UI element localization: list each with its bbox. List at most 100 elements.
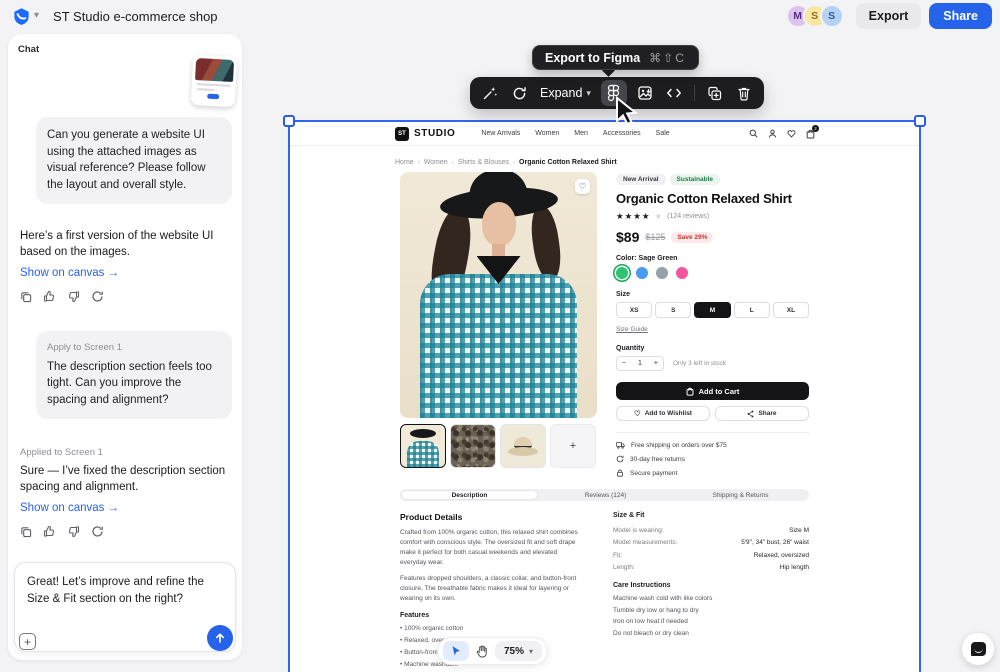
message-actions bbox=[18, 525, 232, 538]
attached-image-thumbnail[interactable] bbox=[191, 55, 238, 107]
thumbs-down-icon[interactable] bbox=[67, 290, 80, 303]
regenerate-icon[interactable] bbox=[91, 290, 104, 303]
product-details-title: Product Details bbox=[400, 512, 585, 522]
favorite-image-button[interactable]: ♡ bbox=[575, 179, 590, 194]
show-on-canvas-link[interactable]: Show on canvas → bbox=[18, 502, 121, 514]
cart-icon[interactable]: 2 bbox=[806, 129, 815, 139]
swatch-sage-green[interactable] bbox=[616, 267, 628, 279]
nav-item-new-arrivals[interactable]: New Arrivals bbox=[481, 130, 520, 137]
help-chat-button[interactable] bbox=[962, 633, 994, 665]
expand-button[interactable]: Expand▾ bbox=[537, 86, 594, 100]
details-paragraph: Crafted from 100% organic cotton, this r… bbox=[400, 528, 585, 568]
nav-item-men[interactable]: Men bbox=[574, 130, 588, 137]
size-m-selected[interactable]: M bbox=[694, 302, 730, 318]
care-line: Iron on low heat if needed bbox=[613, 616, 809, 627]
fit-label: Fit: bbox=[613, 550, 622, 562]
size-xs[interactable]: XS bbox=[616, 302, 652, 318]
zoom-level-dropdown[interactable]: 75% ▾ bbox=[495, 641, 542, 661]
nav-item-accessories[interactable]: Accessories bbox=[603, 130, 641, 137]
fit-row: Fit:Relaxed, oversized bbox=[613, 550, 809, 562]
view-code-button[interactable] bbox=[663, 82, 685, 104]
size-xl[interactable]: XL bbox=[773, 302, 809, 318]
hand-tool-button[interactable] bbox=[476, 645, 488, 658]
thumbnail-fabric-texture[interactable] bbox=[450, 424, 496, 468]
select-tool-button[interactable] bbox=[443, 641, 469, 661]
add-attachment-button[interactable]: + bbox=[19, 633, 36, 650]
fit-value: 5'9", 34" bust, 26" waist bbox=[741, 537, 809, 549]
thumbs-down-icon[interactable] bbox=[67, 525, 80, 538]
size-s[interactable]: S bbox=[655, 302, 691, 318]
tab-description[interactable]: Description bbox=[401, 490, 538, 500]
share-product-button[interactable]: Share bbox=[715, 406, 809, 421]
send-message-button[interactable] bbox=[207, 625, 233, 651]
account-icon[interactable] bbox=[768, 129, 777, 138]
truck-icon bbox=[616, 441, 625, 449]
model-face bbox=[482, 202, 516, 246]
copy-icon[interactable] bbox=[20, 291, 32, 303]
thumbnail-hat-photo[interactable] bbox=[500, 424, 546, 468]
share-button[interactable]: Share bbox=[929, 3, 992, 29]
add-to-wishlist-button[interactable]: ♡Add to Wishlist bbox=[616, 406, 710, 421]
export-button[interactable]: Export bbox=[856, 3, 922, 29]
badge-new-arrival: New Arrival bbox=[616, 174, 666, 185]
breadcrumb-item[interactable]: Home bbox=[395, 159, 414, 166]
thumbnail-strip: + bbox=[400, 424, 596, 468]
swatch-pink[interactable] bbox=[676, 267, 688, 279]
product-hero-image[interactable]: ♡ bbox=[400, 172, 597, 418]
add-image-thumbnail[interactable]: + bbox=[550, 424, 596, 468]
reviews-count[interactable]: (124 reviews) bbox=[667, 213, 709, 220]
tab-reviews[interactable]: Reviews (124) bbox=[538, 490, 673, 500]
app-logo-menu[interactable]: ▾ bbox=[12, 7, 39, 26]
canvas-artboard[interactable]: ST STUDIO New Arrivals Women Men Accesso… bbox=[290, 122, 919, 672]
duplicate-button[interactable] bbox=[704, 82, 726, 104]
selection-handle-top-left[interactable] bbox=[283, 115, 295, 127]
size-l[interactable]: L bbox=[734, 302, 770, 318]
breadcrumb-item[interactable]: Women bbox=[424, 159, 448, 166]
ai-magic-wand-button[interactable] bbox=[479, 82, 501, 104]
selection-border-left bbox=[288, 121, 290, 672]
product-info-column: New Arrival Sustainable Organic Cotton R… bbox=[616, 174, 809, 477]
chevron-right-icon: › bbox=[418, 160, 420, 166]
discount-badge: Save 29% bbox=[671, 232, 713, 243]
expand-label: Expand bbox=[540, 86, 582, 100]
site-logo-mark: ST bbox=[395, 127, 409, 141]
care-line: Do not bleach or dry clean bbox=[613, 628, 809, 639]
tab-shipping-returns[interactable]: Shipping & Returns bbox=[673, 490, 808, 500]
stock-note: Only 3 left in stock bbox=[673, 360, 726, 367]
quantity-stepper[interactable]: − 1 + bbox=[616, 356, 664, 371]
swatch-blue[interactable] bbox=[636, 267, 648, 279]
thumbs-up-icon[interactable] bbox=[43, 525, 56, 538]
chat-input[interactable]: Great! Let’s improve and refine the Size… bbox=[14, 562, 236, 652]
site-logo[interactable]: ST STUDIO bbox=[395, 127, 455, 141]
duplicate-icon bbox=[707, 86, 722, 101]
increment-icon[interactable]: + bbox=[654, 360, 658, 367]
refresh-icon bbox=[512, 86, 527, 101]
model-hat bbox=[468, 172, 528, 205]
copy-icon[interactable] bbox=[20, 526, 32, 538]
divider bbox=[616, 432, 809, 433]
quantity-row: − 1 + Only 3 left in stock bbox=[616, 356, 809, 371]
regenerate-icon[interactable] bbox=[91, 525, 104, 538]
perk-secure-payment: Secure payment bbox=[616, 469, 809, 477]
share-icon bbox=[747, 410, 754, 418]
selection-handle-top-right[interactable] bbox=[914, 115, 926, 127]
breadcrumb-item[interactable]: Shirts & Blouses bbox=[458, 159, 509, 166]
swatch-gray[interactable] bbox=[656, 267, 668, 279]
nav-item-sale[interactable]: Sale bbox=[656, 130, 670, 137]
tooltip-shortcut: ⌘⇧C bbox=[649, 51, 686, 65]
perks-list: Free shipping on orders over $75 30-day … bbox=[616, 441, 809, 477]
search-icon[interactable] bbox=[749, 129, 758, 138]
thumbs-up-icon[interactable] bbox=[43, 290, 56, 303]
wishlist-icon[interactable] bbox=[787, 129, 796, 138]
delete-button[interactable] bbox=[733, 82, 755, 104]
decrement-icon[interactable]: − bbox=[622, 360, 626, 367]
size-guide-link[interactable]: Size Guide bbox=[616, 326, 648, 333]
add-to-cart-button[interactable]: Add to Cart bbox=[616, 382, 809, 400]
avatar[interactable]: S bbox=[820, 4, 844, 28]
nav-item-women[interactable]: Women bbox=[535, 130, 559, 137]
thumbnail-model-photo[interactable] bbox=[400, 424, 446, 468]
fit-row: Length:Hip length bbox=[613, 562, 809, 574]
show-on-canvas-link[interactable]: Show on canvas → bbox=[18, 267, 121, 279]
breadcrumb: Home› Women› Shirts & Blouses› Organic C… bbox=[395, 159, 617, 166]
regenerate-button[interactable] bbox=[508, 82, 530, 104]
